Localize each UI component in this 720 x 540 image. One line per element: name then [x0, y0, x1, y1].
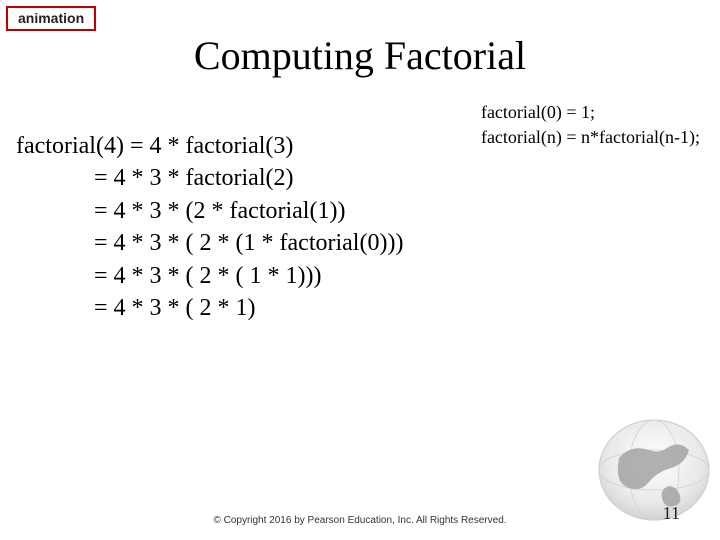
animation-badge: animation	[6, 6, 96, 31]
recursion-rules: factorial(0) = 1; factorial(n) = n*facto…	[481, 100, 700, 150]
page-number: 11	[663, 503, 680, 524]
globe-graphic	[574, 408, 714, 528]
derivation-rhs-5: = 4 * 3 * ( 2 * ( 1 * 1)))	[94, 263, 322, 289]
slide-title: Computing Factorial	[0, 32, 720, 79]
copyright-footer: © Copyright 2016 by Pearson Education, I…	[0, 515, 720, 526]
derivation-lhs: factorial(4)	[16, 133, 130, 159]
recursive-case: factorial(n) = n*factorial(n-1);	[481, 125, 700, 150]
derivation-rhs-4: = 4 * 3 * ( 2 * (1 * factorial(0)))	[94, 230, 403, 256]
derivation-block: factorial(4) = 4 * factorial(3) = 4 * 3 …	[16, 130, 403, 324]
derivation-line-4: = 4 * 3 * ( 2 * (1 * factorial(0)))	[16, 227, 403, 259]
animation-badge-label: animation	[18, 10, 84, 26]
derivation-line-3: = 4 * 3 * (2 * factorial(1))	[16, 195, 403, 227]
derivation-line-6: = 4 * 3 * ( 2 * 1)	[16, 292, 403, 324]
derivation-line-2: = 4 * 3 * factorial(2)	[16, 162, 403, 194]
base-case: factorial(0) = 1;	[481, 100, 700, 125]
derivation-rhs-6: = 4 * 3 * ( 2 * 1)	[94, 295, 256, 321]
derivation-line-1: factorial(4) = 4 * factorial(3)	[16, 130, 403, 162]
derivation-rhs-3: = 4 * 3 * (2 * factorial(1))	[94, 198, 345, 224]
derivation-line-5: = 4 * 3 * ( 2 * ( 1 * 1)))	[16, 260, 403, 292]
derivation-rhs-2: = 4 * 3 * factorial(2)	[94, 165, 293, 191]
derivation-rhs-1: = 4 * factorial(3)	[130, 133, 293, 159]
